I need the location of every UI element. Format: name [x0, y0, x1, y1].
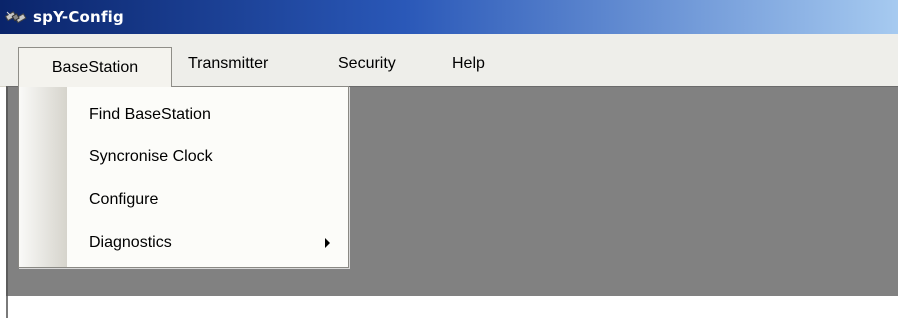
menu-basestation-label: BaseStation [51, 58, 139, 76]
menu-item-diagnostics[interactable]: Diagnostics [19, 223, 348, 263]
menu-item-label: Syncronise Clock [89, 148, 213, 165]
window-title: spY-Config [33, 8, 124, 26]
client-bottom-strip [0, 296, 898, 318]
menu-basestation[interactable]: BaseStation [18, 47, 172, 87]
menu-transmitter-label: Transmitter [188, 55, 269, 72]
menu-security-label: Security [338, 55, 396, 72]
menu-item-label: Diagnostics [89, 234, 172, 251]
menu-item-syncronise-clock[interactable]: Syncronise Clock [19, 137, 348, 177]
menu-transmitter[interactable]: Transmitter [178, 48, 278, 80]
client-border-line [6, 296, 8, 318]
menu-item-label: Configure [89, 191, 159, 208]
title-bar[interactable]: spY-Config [0, 0, 898, 34]
satellite-icon [4, 7, 30, 27]
menu-bar: BaseStation Transmitter Security Help [0, 34, 898, 87]
app-window: spY-Config BaseStation Transmitter Secur… [0, 0, 898, 318]
menu-item-configure[interactable]: Configure [19, 180, 348, 220]
menu-security[interactable]: Security [328, 48, 406, 80]
chevron-right-icon [325, 238, 330, 248]
basestation-dropdown-menu: Find BaseStation Syncronise Clock Config… [18, 86, 349, 268]
menu-item-label: Find BaseStation [89, 106, 211, 123]
menu-help-label: Help [452, 55, 485, 72]
menu-item-find-basestation[interactable]: Find BaseStation [19, 95, 348, 135]
menu-help[interactable]: Help [442, 48, 495, 80]
